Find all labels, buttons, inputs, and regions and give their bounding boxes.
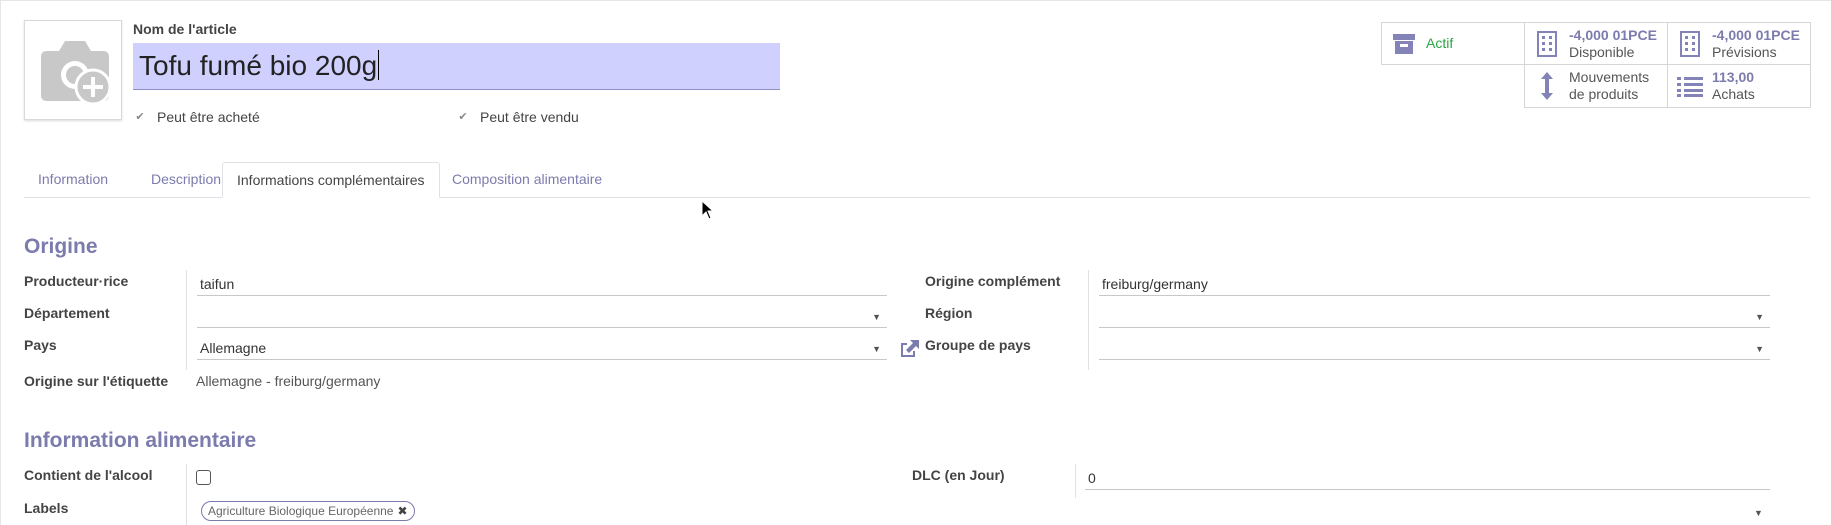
mouse-cursor-icon — [701, 200, 715, 220]
column-divider — [1075, 464, 1076, 498]
forecast-quantity-button[interactable]: -4,000 01PCE Prévisions — [1667, 22, 1811, 65]
caret-down-icon: ▼ — [1755, 344, 1764, 354]
active-toggle-button[interactable]: Actif — [1381, 22, 1525, 65]
notebook-tabs: Information Description Informations com… — [24, 162, 1810, 198]
can-be-purchased-label: Peut être acheté — [157, 109, 260, 125]
building-icon — [1533, 30, 1561, 57]
label-tag-text: Agriculture Biologique Européenne — [208, 504, 394, 518]
region-label: Région — [925, 305, 973, 321]
country-select[interactable]: Allemagne ▼ — [197, 334, 887, 360]
label-origin-value: Allemagne - freiburg/germany — [196, 373, 381, 389]
forecast-label: Prévisions — [1712, 43, 1777, 60]
region-select[interactable]: ▼ — [1099, 302, 1770, 328]
label-tag[interactable]: Agriculture Biologique Européenne ✖ — [201, 501, 415, 521]
product-image[interactable] — [24, 20, 122, 120]
remove-tag-icon[interactable]: ✖ — [397, 504, 407, 518]
tab-food-composition[interactable]: Composition alimentaire — [438, 162, 616, 198]
building-icon — [1676, 30, 1704, 57]
tab-information[interactable]: Information — [24, 162, 122, 198]
product-name-input[interactable]: Tofu fumé bio 200g — [133, 43, 780, 90]
caret-down-icon: ▼ — [872, 312, 881, 322]
can-be-sold-label: Peut être vendu — [480, 109, 579, 125]
country-group-label: Groupe de pays — [925, 337, 1031, 353]
list-icon — [1676, 75, 1704, 97]
country-label: Pays — [24, 337, 57, 353]
origin-section-title: Origine — [24, 235, 98, 258]
column-divider — [186, 464, 187, 525]
caret-down-icon: ▼ — [1755, 312, 1764, 322]
label-origin-label: Origine sur l'étiquette — [24, 373, 169, 389]
dlc-input[interactable]: 0 — [1085, 464, 1770, 490]
producer-label: Producteur·rice — [24, 273, 129, 289]
country-value: Allemagne — [200, 340, 267, 356]
can-be-sold-checkbox[interactable]: ✔ Peut être vendu — [456, 109, 579, 125]
purchases-label: Achats — [1712, 86, 1755, 102]
dlc-label: DLC (en Jour) — [912, 467, 1005, 483]
labels-label: Labels — [24, 500, 69, 516]
can-be-purchased-checkbox[interactable]: ✔ Peut être acheté — [133, 109, 260, 125]
external-link-icon[interactable] — [898, 339, 920, 362]
archive-icon — [1390, 33, 1418, 55]
origin-complement-label: Origine complément — [925, 273, 1061, 289]
available-quantity-button[interactable]: -4,000 01PCE Disponible — [1524, 22, 1668, 65]
available-label: Disponible — [1569, 43, 1635, 60]
purchases-value: 113,00 — [1712, 69, 1755, 85]
product-name-label: Nom de l'article — [133, 21, 237, 37]
producer-input[interactable]: taifun — [197, 270, 887, 296]
available-value: -4,000 01PCE — [1569, 26, 1657, 43]
tab-description[interactable]: Description — [137, 162, 235, 198]
department-label: Département — [24, 305, 110, 321]
origin-complement-input[interactable]: freiburg/germany — [1099, 270, 1770, 296]
moves-label-line1: Mouvements — [1569, 69, 1650, 85]
product-name-value: Tofu fumé bio 200g — [139, 50, 378, 81]
column-divider — [186, 270, 187, 370]
food-section-title: Information alimentaire — [24, 429, 257, 452]
moves-label-line2: de produits — [1569, 86, 1639, 102]
purchases-button[interactable]: 113,00 Achats — [1667, 64, 1811, 108]
alcohol-label: Contient de l'alcool — [24, 467, 153, 483]
text-caret — [378, 50, 380, 80]
check-icon: ✔ — [135, 111, 145, 123]
caret-down-icon[interactable]: ▼ — [1754, 508, 1763, 518]
check-icon: ✔ — [458, 111, 468, 123]
camera-add-icon — [41, 41, 112, 106]
department-select[interactable]: ▼ — [197, 302, 887, 328]
country-group-select[interactable]: ▼ — [1099, 334, 1770, 360]
caret-down-icon: ▼ — [872, 344, 881, 354]
column-divider — [1088, 270, 1089, 370]
alcohol-checkbox[interactable] — [196, 470, 211, 485]
active-label: Actif — [1426, 35, 1454, 51]
product-moves-button[interactable]: Mouvements de produits — [1524, 64, 1668, 108]
forecast-value: -4,000 01PCE — [1712, 26, 1800, 43]
tab-additional-information[interactable]: Informations complémentaires — [222, 162, 440, 198]
arrows-vertical-icon — [1533, 72, 1561, 100]
